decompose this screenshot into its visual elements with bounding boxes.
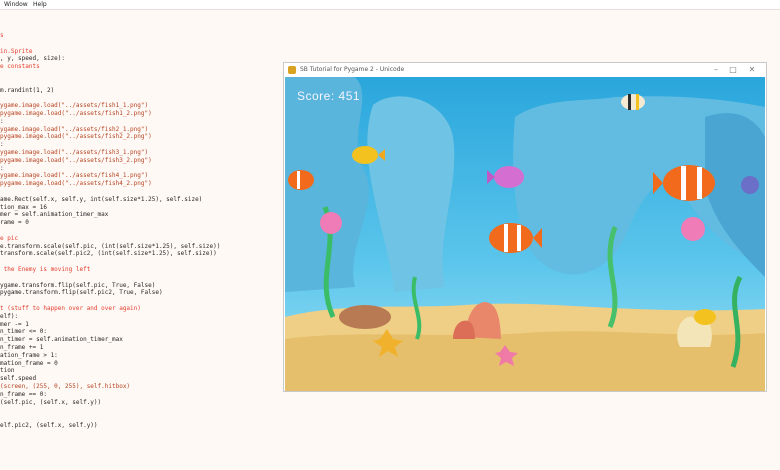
code-line: n_timer <= 0: — [0, 328, 47, 336]
code-line: ygame.image.load("../assets/fish4_1.png"… — [0, 172, 149, 180]
app-icon — [288, 66, 296, 74]
code-line: ation_frame > 1: — [0, 351, 58, 359]
game-canvas[interactable]: Score: 451 — [285, 77, 765, 391]
fish-yellow-bottom — [694, 309, 716, 325]
code-line: transform.scale(self.pic2, (int(self.siz… — [0, 250, 217, 258]
code-line: n_frame += 1 — [0, 344, 44, 351]
code-line: n_frame == 0: — [0, 390, 47, 398]
code-line: rame = 0 — [0, 219, 29, 227]
window-title: SB Tutorial for Pygame 2 - Unicode — [300, 66, 405, 73]
code-line: e pic — [0, 234, 19, 242]
code-line: pygame.image.load("../assets/fish3_2.png… — [0, 156, 152, 164]
code-line: , y, speed, size): — [0, 55, 66, 63]
code-line: n_timer = self.animation_timer_max — [0, 336, 123, 344]
menu-item-help[interactable]: Help — [33, 0, 47, 9]
fish-clown-left — [288, 170, 314, 190]
menu-item-window[interactable]: Window — [4, 0, 28, 9]
underwater-scene — [285, 77, 765, 391]
code-line: self.speed — [0, 375, 37, 383]
code-line: elf): — [0, 312, 19, 320]
game-window[interactable]: SB Tutorial for Pygame 2 - Unicode – □ ✕ — [283, 62, 767, 392]
code-editor[interactable]: s in.Sprite, y, speed, size): e constants m… — [0, 10, 286, 470]
maximize-icon[interactable]: □ — [727, 65, 739, 75]
code-line: tion_max = 16 — [0, 203, 47, 211]
sea-urchin — [741, 176, 759, 194]
code-line: mation_frame = 0 — [0, 359, 58, 367]
code-line: ygame.image.load("../assets/fish2_1.png"… — [0, 125, 149, 133]
code-line: mer -= 1 — [0, 320, 29, 328]
code-line: ygame.transform.flip(self.pic, True, Fal… — [0, 281, 156, 289]
code-line: ygame.image.load("../assets/fish1_1.png"… — [0, 102, 149, 110]
window-titlebar[interactable]: SB Tutorial for Pygame 2 - Unicode – □ ✕ — [284, 63, 766, 77]
code-line: s — [0, 32, 4, 39]
code-line: e.transform.scale(self.pic, (int(self.si… — [0, 242, 221, 250]
coral-pink-right — [681, 217, 705, 241]
code-line: m.randint(1, 2) — [0, 86, 55, 94]
coral-pink-left — [320, 212, 342, 234]
code-line: : — [0, 164, 4, 172]
fish-striped-top — [621, 94, 645, 110]
code-line: t (stuff to happen over and over again) — [0, 305, 141, 312]
code-line: pygame.image.load("../assets/fish4_2.png… — [0, 180, 152, 188]
code-line: e constants — [0, 63, 40, 71]
code-line: the Enemy is moving left — [0, 266, 91, 273]
code-line: ame.Rect(self.x, self.y, int(self.size*1… — [0, 195, 203, 203]
code-line: mer = self.animation_timer_max — [0, 211, 109, 219]
minimize-icon[interactable]: – — [710, 65, 722, 75]
menu-bar: Window Help — [0, 0, 780, 10]
code-line: (screen, (255, 0, 255), self.hitbox) — [0, 383, 131, 390]
code-line: elf.pic2, (self.x, self.y)) — [0, 422, 98, 429]
code-line: pygame.image.load("../assets/fish1_2.png… — [0, 110, 152, 117]
code-line: tion — [0, 367, 15, 375]
code-line: (self.pic, (self.x, self.y)) — [0, 398, 102, 406]
code-line: ygame.image.load("../assets/fish3_1.png"… — [0, 149, 149, 156]
code-line: pygame.transform.flip(self.pic2, True, F… — [0, 289, 163, 297]
code-line: : — [0, 141, 4, 149]
score-display: Score: 451 — [297, 89, 361, 103]
close-icon[interactable]: ✕ — [746, 65, 758, 75]
rock-brown — [339, 305, 391, 329]
code-line: pygame.image.load("../assets/fish2_2.png… — [0, 133, 152, 141]
code-line: : — [0, 117, 4, 125]
code-line: in.Sprite — [0, 47, 33, 55]
